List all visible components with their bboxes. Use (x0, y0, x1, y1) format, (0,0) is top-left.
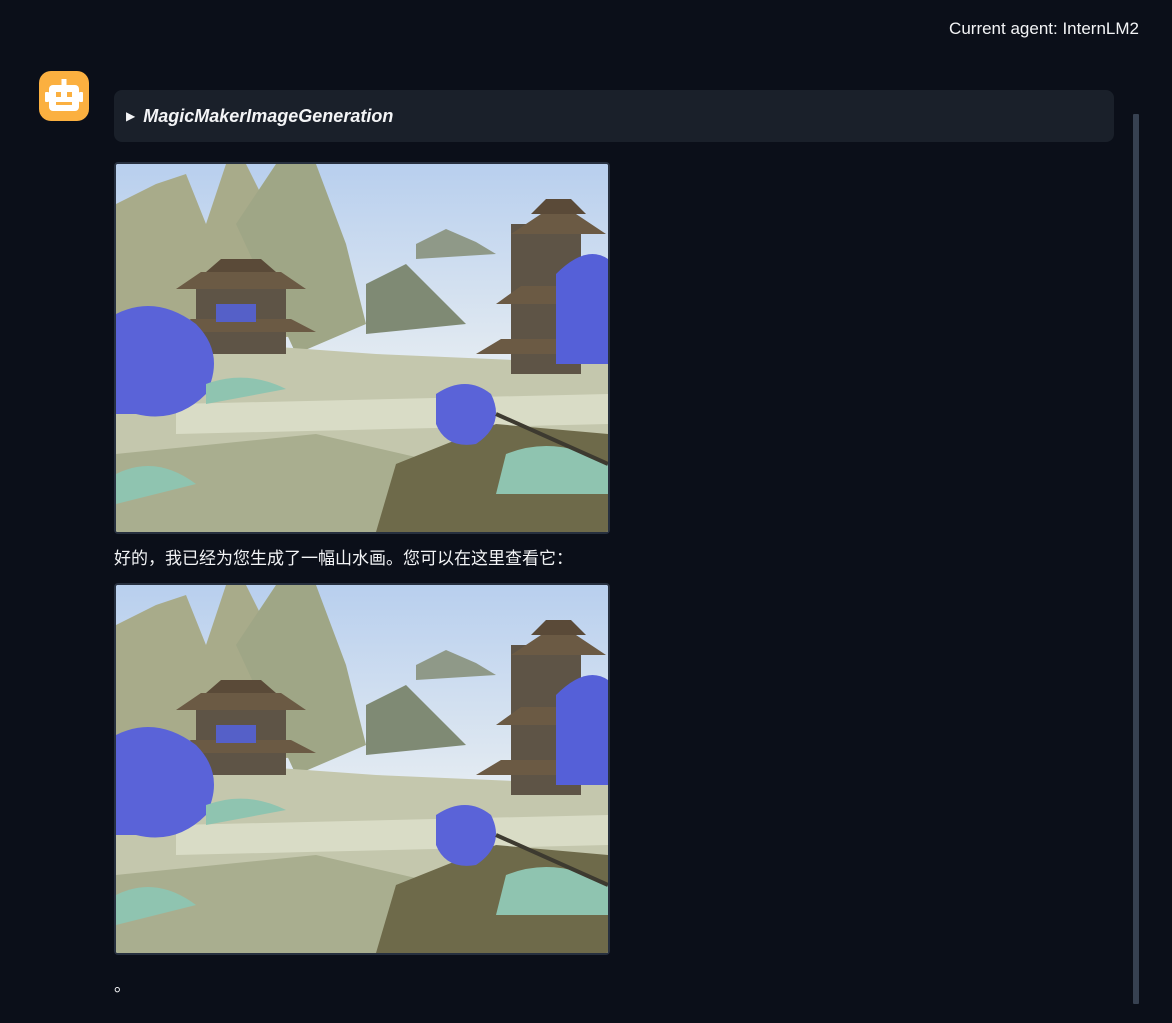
landscape-painting-image (116, 585, 608, 953)
message-trailing-text: 。 (114, 976, 131, 995)
bot-message: ▶ MagicMakerImageGeneration 好的，我已经为您生成了一… (114, 90, 1114, 997)
triangle-right-icon: ▶ (126, 109, 136, 123)
generated-image[interactable] (114, 583, 610, 955)
bot-avatar (39, 71, 89, 121)
landscape-painting-image (116, 164, 608, 532)
robot-icon (45, 79, 83, 111)
scrollbar[interactable] (1133, 114, 1139, 1004)
current-agent-label: Current agent: InternLM2 (949, 19, 1139, 38)
tool-call-name: MagicMakerImageGeneration (143, 105, 394, 126)
message-text: 好的，我已经为您生成了一幅山水画。您可以在这里查看它： (114, 549, 573, 568)
tool-call-expander[interactable]: ▶ MagicMakerImageGeneration (114, 90, 1114, 142)
generated-image[interactable] (114, 162, 610, 534)
